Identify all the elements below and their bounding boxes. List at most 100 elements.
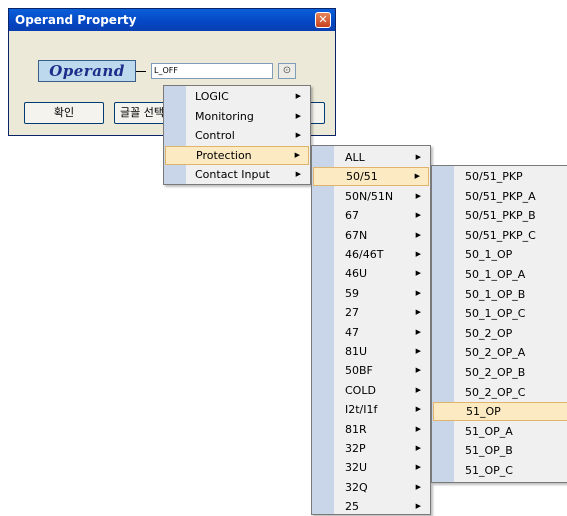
operand-menu-item[interactable]: 50/51_PKP_B — [433, 206, 567, 225]
operand-menu-item[interactable]: 50_2_OP_B — [433, 363, 567, 382]
protection-menu-item[interactable]: 32U ▶ — [313, 458, 429, 477]
protection-menu-item[interactable]: 81R ▶ — [313, 420, 429, 439]
menu-item-label: 67N — [345, 228, 368, 242]
operand-label: Operand — [38, 60, 136, 82]
menu-item-label: 50N/51N — [345, 189, 394, 203]
operand-menu-item[interactable]: 50/51_PKP — [433, 167, 567, 186]
operand-menu-item[interactable]: 50_1_OP — [433, 245, 567, 264]
protection-menu-item[interactable]: 67N ▶ — [313, 226, 429, 245]
font-select-button[interactable]: 글꼴 선택 — [114, 102, 170, 124]
operand-menu-item[interactable]: 50/51_PKP_C — [433, 226, 567, 245]
submenu-arrow-icon: ▶ — [415, 191, 421, 200]
menu-item-label: 59 — [345, 286, 359, 300]
submenu-arrow-icon: ▶ — [415, 463, 421, 472]
submenu-arrow-icon: ▶ — [415, 288, 421, 297]
menu-item-label: 50_2_OP_C — [465, 385, 526, 399]
submenu-arrow-icon: ▶ — [415, 211, 421, 220]
operand-menu-item[interactable]: 51_OP_C — [433, 461, 567, 480]
menu-item-label: 50_2_OP_B — [465, 366, 526, 379]
menu-item-label: 50/51_PKP — [465, 170, 523, 183]
protection-menu-item[interactable]: 67 ▶ — [313, 206, 429, 225]
submenu-arrow-icon: ▶ — [415, 366, 421, 375]
protection-menu-item[interactable]: 59 ▶ — [313, 284, 429, 303]
submenu-arrow-icon: ▶ — [415, 405, 421, 414]
protection-menu-item[interactable]: 81U ▶ — [313, 342, 429, 361]
protection-menu-item[interactable]: 47 ▶ — [313, 323, 429, 342]
submenu-arrow-icon: ▶ — [415, 444, 421, 452]
protection-menu-item[interactable]: 32Q ▶ — [313, 478, 429, 497]
menu-item-label: 50/51_PKP_C — [465, 228, 536, 242]
menu-item-label: 50_1_OP_A — [465, 268, 526, 281]
protection-menu-item[interactable]: 50BF ▶ — [313, 361, 429, 380]
protection-menu-item[interactable]: 32P ▶ — [313, 439, 429, 458]
operand-menu-item[interactable]: 51_OP — [433, 402, 567, 422]
menu-item-label: 50/51 — [346, 170, 378, 184]
menu-item-label: 50BF — [345, 364, 373, 378]
operand-menu-item[interactable]: 50_2_OP_C — [433, 383, 567, 402]
menu-item-label: 46/46T — [345, 248, 384, 261]
submenu-arrow-icon: ▶ — [295, 92, 301, 100]
submenu-arrow-icon: ▶ — [414, 172, 420, 181]
menu-item-label: 32U — [345, 461, 368, 475]
submenu-arrow-icon: ▶ — [415, 347, 421, 355]
operand-menu-item[interactable]: 50_1_OP_C — [433, 304, 567, 323]
operand-menu-item[interactable]: 51_OP_A — [433, 422, 567, 441]
menu-item-label: 50_2_OP — [465, 326, 513, 340]
protection-menu-item[interactable]: 46U ▶ — [313, 264, 429, 283]
menu-item-label: 81R — [345, 422, 367, 436]
menu-item-label: 47 — [345, 325, 359, 339]
category-menu-item[interactable]: LOGIC ▶ — [165, 87, 309, 106]
connector-line — [136, 71, 146, 72]
menu-item-label: 50/51_PKP_B — [465, 209, 536, 223]
menu-item-label: 51_OP_C — [465, 464, 513, 477]
close-button[interactable]: ✕ — [315, 12, 331, 28]
submenu-arrow-icon: ▶ — [415, 482, 421, 491]
protection-menu-item[interactable]: COLD ▶ — [313, 381, 429, 400]
menu-item-label: 51_OP — [466, 405, 501, 419]
operand-category-menu: LOGIC ▶ Monitoring ▶ Control ▶ Protection ▶ Cont… — [163, 85, 311, 185]
menu-item-label: 27 — [345, 306, 359, 320]
submenu-arrow-icon: ▶ — [295, 170, 301, 179]
submenu-arrow-icon: ▶ — [415, 424, 421, 433]
menu-item-label: 67 — [345, 209, 359, 223]
menu-item-label: 81U — [345, 345, 368, 358]
operand-menu-item[interactable]: 50_1_OP_A — [433, 265, 567, 284]
operand-menu-item[interactable]: 50/51_PKP_A — [433, 187, 567, 206]
overcurrent-submenu: 50/51_PKP 50/51_PKP_A 50/51_PKP_B 50/51_PKP… — [431, 165, 567, 483]
menu-item-label: 32Q — [345, 480, 368, 494]
protection-menu-item[interactable]: 50/51 ▶ — [313, 167, 429, 187]
operand-menu-item[interactable]: 50_2_OP — [433, 324, 567, 343]
operand-menu-item[interactable]: 50_1_OP_B — [433, 285, 567, 304]
protection-menu-item[interactable]: 25 ▶ — [313, 497, 429, 516]
menu-item-label: 32P — [345, 442, 366, 455]
operand-menu-item[interactable]: 51_OP_B — [433, 441, 567, 460]
menu-item-label: Control — [195, 129, 235, 143]
category-menu-item[interactable]: Contact Input ▶ — [165, 165, 309, 184]
menu-item-label: 25 — [345, 500, 359, 514]
category-menu-item[interactable]: Protection ▶ — [165, 145, 309, 165]
menu-item-label: 50/51_PKP_A — [465, 189, 536, 203]
menu-item-label: Monitoring — [195, 109, 254, 123]
protection-menu-item[interactable]: I2t/I1f ▶ — [313, 400, 429, 419]
protection-menu-item[interactable]: 27 ▶ — [313, 303, 429, 322]
submenu-arrow-icon: ▶ — [295, 131, 301, 140]
submenu-arrow-icon: ▶ — [295, 111, 301, 120]
operand-value-field[interactable]: L_OFF — [151, 63, 273, 79]
protection-menu-item[interactable]: 46/46T ▶ — [313, 245, 429, 264]
menu-item-label: 50_1_OP_B — [465, 287, 526, 301]
operand-menu-item[interactable]: 50_2_OP_A — [433, 343, 567, 362]
ok-button[interactable]: 확인 — [24, 102, 104, 124]
menu-item-label: LOGIC — [195, 90, 229, 103]
protection-menu-item[interactable]: 50N/51N ▶ — [313, 187, 429, 206]
menu-item-label: ALL — [345, 151, 365, 164]
menu-item-label: I2t/I1f — [345, 403, 378, 417]
protection-menu-item[interactable]: ALL ▶ — [313, 148, 429, 167]
menu-item-label: 46U — [345, 267, 368, 281]
menu-item-label: 50_1_OP — [465, 248, 513, 262]
category-menu-item[interactable]: Monitoring ▶ — [165, 107, 309, 126]
dropdown-icon[interactable]: ⊙ — [278, 63, 296, 79]
category-menu-item[interactable]: Control ▶ — [165, 126, 309, 145]
submenu-arrow-icon: ▶ — [415, 250, 421, 258]
menu-item-label: COLD — [345, 383, 376, 397]
submenu-arrow-icon: ▶ — [415, 269, 421, 278]
